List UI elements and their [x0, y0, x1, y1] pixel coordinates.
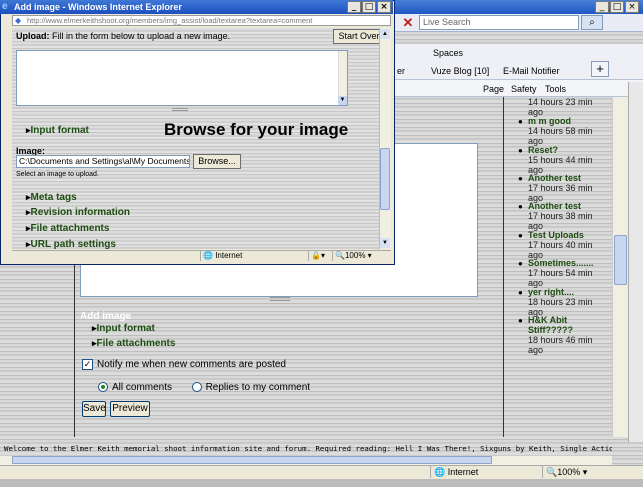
file-attachments-fieldset[interactable]: File attachments: [92, 338, 176, 349]
scroll-down-icon[interactable]: ▼: [338, 96, 347, 105]
email-notifier-link[interactable]: E-Mail Notifier: [503, 66, 560, 76]
comment-link[interactable]: Sometimes.......: [528, 258, 598, 268]
browse-button[interactable]: Browse...: [193, 154, 241, 169]
recent-comments-sidebar: 14 hours 23 min ago ● m m good 14 hours …: [510, 97, 600, 427]
start-over-button[interactable]: Start Over: [333, 29, 379, 44]
ie-icon: e: [2, 1, 8, 12]
scroll-up-icon[interactable]: ▲: [380, 29, 390, 39]
radio-all-comments[interactable]: [98, 382, 108, 393]
notify-radio-group: All comments Replies to my comment: [98, 382, 310, 393]
upload-instructions: Upload: Fill in the form below to upload…: [16, 31, 231, 41]
save-button[interactable]: Save: [82, 401, 106, 417]
comment-link[interactable]: m m good: [528, 116, 598, 126]
globe-icon: 🌐: [434, 467, 446, 477]
comment-link[interactable]: Test Uploads: [528, 230, 598, 240]
list-item: 14 hours 23 min ago: [528, 97, 593, 117]
browse-heading: Browse for your image: [164, 120, 349, 139]
comment-link[interactable]: Another test: [528, 173, 598, 183]
comment-link[interactable]: Reset?: [528, 145, 598, 155]
popup-close-button[interactable]: ×: [377, 1, 391, 13]
textarea-scrollbar[interactable]: ▼: [338, 51, 347, 105]
popup-scroll-thumb[interactable]: [380, 148, 390, 210]
textarea-resize-grip[interactable]: [270, 297, 290, 301]
safety-menu[interactable]: Safety: [511, 84, 537, 94]
maximize-button[interactable]: □: [610, 1, 624, 13]
page-menu[interactable]: Page: [483, 84, 504, 94]
search-input[interactable]: Live Search: [419, 15, 579, 30]
radio-all-label: All comments: [112, 382, 173, 393]
popup-status-zone: 🌐 Internet: [200, 251, 304, 261]
popup-title-bar: e Add image - Windows Internet Explorer …: [0, 0, 393, 14]
popup-frame-edge: [1, 15, 12, 263]
zoom-icon: 🔍: [546, 467, 558, 477]
popup-maximize-button[interactable]: □: [362, 1, 376, 13]
comment-link[interactable]: yer right....: [528, 287, 598, 297]
list-item: Sometimes....... 17 hours 54 min ago: [528, 258, 598, 288]
popup-address-bar[interactable]: ◆ http://www.elmerkeithshoot.org/members…: [12, 15, 391, 26]
preview-button[interactable]: Preview: [110, 401, 150, 417]
scroll-down-icon[interactable]: ▼: [380, 238, 390, 248]
popup-zoom-control[interactable]: 🔍100% ▾: [332, 251, 388, 261]
background-title-bar: _ □ ×: [395, 0, 643, 14]
notify-checkbox[interactable]: ✓: [82, 359, 93, 370]
list-item: Reset? 15 hours 44 min ago: [528, 145, 598, 175]
list-item: Another test 17 hours 36 min ago: [528, 173, 598, 203]
popup-input-format-fieldset[interactable]: Input format: [26, 125, 89, 136]
command-bar: Page Safety Tools: [395, 80, 643, 97]
popup-textarea[interactable]: ▼: [16, 50, 348, 106]
notify-row: ✓ Notify me when new comments are posted: [82, 359, 286, 370]
tools-menu[interactable]: Tools: [545, 84, 566, 94]
popup-title: Add image - Windows Internet Explorer: [14, 2, 182, 12]
list-item: yer right.... 18 hours 23 min ago: [528, 287, 598, 317]
list-item: Test Uploads 17 hours 40 min ago: [528, 230, 598, 260]
image-file-input[interactable]: C:\Documents and Settings\al\My Document…: [16, 155, 190, 168]
page-scroll-thumb[interactable]: [614, 235, 627, 285]
radio-replies-label: Replies to my comment: [205, 382, 311, 393]
revision-info-fieldset[interactable]: Revision information: [26, 207, 130, 218]
popup-resize-grip[interactable]: [172, 108, 188, 111]
site-footer: Welcome to the Elmer Keith memorial shoo…: [4, 444, 612, 453]
horizontal-scroll-thumb[interactable]: [12, 456, 492, 464]
select-image-help: Select an image to upload.: [16, 171, 99, 178]
minimize-button[interactable]: _: [595, 1, 609, 13]
protected-mode-icon[interactable]: 🔒▾: [308, 251, 330, 261]
popup-minimize-button[interactable]: _: [347, 1, 361, 13]
add-tab-icon[interactable]: +: [591, 61, 609, 77]
status-zone: 🌐 Internet: [430, 466, 540, 478]
globe-icon: 🌐: [203, 251, 213, 260]
comment-link[interactable]: Another test: [528, 201, 598, 211]
comment-link[interactable]: H&K Abit Stiff?????: [528, 315, 598, 335]
list-item: m m good 14 hours 58 min ago: [528, 116, 598, 146]
content-border-right: [503, 97, 504, 437]
meta-tags-fieldset[interactable]: Meta tags: [26, 192, 77, 203]
add-image-label[interactable]: Add image: [80, 311, 131, 322]
popup-vertical-scrollbar[interactable]: [379, 28, 391, 249]
stop-icon[interactable]: ✕: [400, 15, 416, 30]
zoom-control[interactable]: 🔍100% ▾: [542, 466, 602, 478]
url-path-settings-fieldset[interactable]: URL path settings: [26, 239, 116, 249]
spaces-link[interactable]: Spaces: [433, 48, 463, 58]
input-format-fieldset[interactable]: Input format: [92, 323, 155, 334]
radio-replies[interactable]: [191, 382, 202, 393]
vuze-blog-link[interactable]: Vuze Blog [10]: [431, 66, 489, 76]
partial-toolbar-text: er: [397, 66, 406, 76]
search-icon[interactable]: ⌕: [581, 15, 603, 30]
taskbar-edge: [0, 479, 643, 487]
links-toolbar: Spaces: [395, 44, 643, 62]
popup-content: Upload: Fill in the form below to upload…: [12, 28, 379, 249]
outer-scrollbar[interactable]: [628, 82, 643, 442]
list-item: H&K Abit Stiff????? 18 hours 46 min ago: [528, 315, 598, 355]
close-button[interactable]: ×: [625, 1, 639, 13]
file-attachments-fieldset-popup[interactable]: File attachments: [26, 223, 110, 234]
list-item: Another test 17 hours 38 min ago: [528, 201, 598, 231]
notify-label: Notify me when new comments are posted: [97, 359, 286, 371]
page-icon: ◆: [15, 16, 22, 25]
zoom-icon: 🔍: [335, 251, 345, 260]
